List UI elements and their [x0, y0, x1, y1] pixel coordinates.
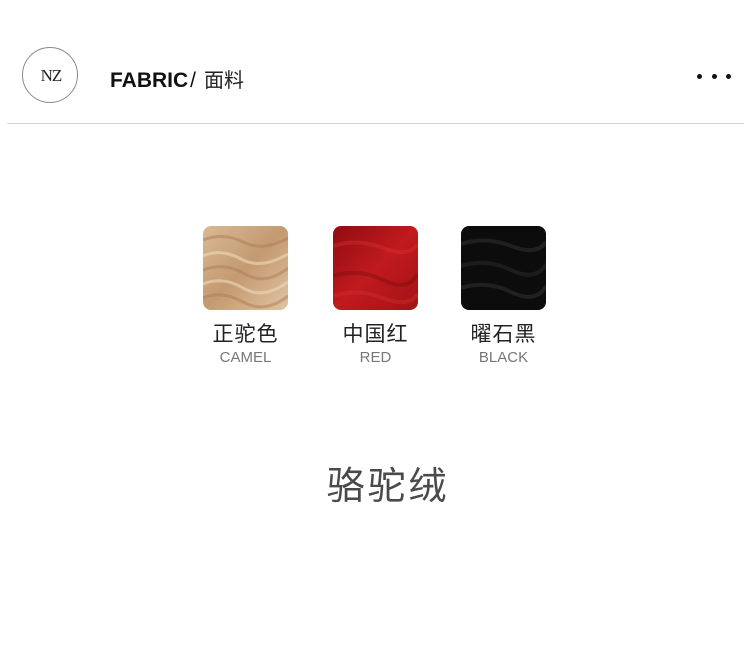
swatch-red[interactable]: 中国红 RED: [333, 226, 418, 367]
brand-logo[interactable]: NZ: [22, 47, 78, 103]
swatch-camel-name-en: CAMEL: [219, 349, 272, 366]
page-title-separator: /: [190, 69, 197, 92]
header-divider: [7, 123, 744, 124]
header: NZ FABRIC / 面料: [0, 0, 750, 125]
swatch-red-name-cn: 中国红: [342, 322, 409, 346]
swatch-camel-image: [203, 226, 288, 310]
swatch-black-image: [461, 226, 546, 310]
page-title: FABRIC / 面料: [110, 64, 244, 92]
page-title-cn: 面料: [204, 68, 245, 92]
page-title-en: FABRIC: [110, 69, 189, 92]
logo-monogram: NZ: [40, 66, 63, 85]
more-dot: [711, 73, 717, 79]
swatch-black-name-cn: 曜石黑: [470, 322, 537, 346]
swatch-red-image: [333, 226, 418, 310]
swatch-camel-name-cn: 正驼色: [212, 322, 279, 346]
more-options-icon[interactable]: [697, 66, 731, 86]
swatch-black[interactable]: 曜石黑 BLACK: [461, 226, 546, 367]
swatch-black-name-en: BLACK: [478, 349, 529, 366]
more-dot: [726, 73, 731, 79]
swatch-camel[interactable]: 正驼色 CAMEL: [203, 226, 288, 367]
material-name: 骆驼绒: [326, 464, 450, 508]
more-dot: [697, 73, 702, 79]
swatch-red-name-en: RED: [359, 349, 392, 366]
